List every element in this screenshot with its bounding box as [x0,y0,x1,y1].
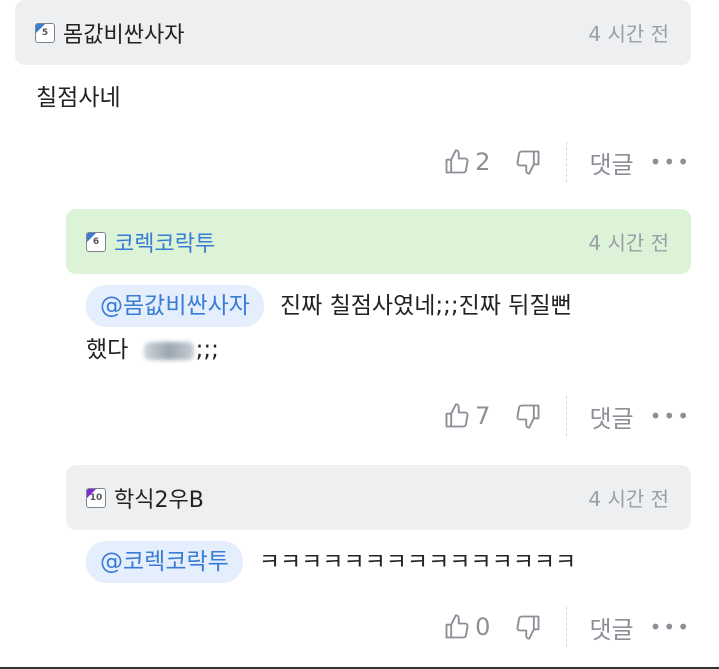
comment-actions: 7 댓글 ••• [443,396,691,436]
author-nickname[interactable]: 몸값비싼사자 [63,17,184,49]
comment-time: 4 시간 전 [588,487,669,511]
comment-header: 10 학식2우B 4 시간 전 [66,465,691,530]
like-button[interactable]: 2 [443,148,490,176]
comment-text-line: 진짜 칠점사였네;;;진짜 뒤질뻔 [279,293,572,319]
blurred-content [143,341,194,360]
comment-header: 6 코렉코락투 4 시간 전 [66,209,691,274]
level-badge-icon: 10 [86,487,106,508]
author-nickname[interactable]: 학식2우B [114,482,204,514]
divider [566,142,568,182]
divider [566,607,568,647]
comment-header: 5 몸값비싼사자 4 시간 전 [15,0,691,65]
reply-button[interactable]: 댓글 [589,610,633,645]
dislike-button[interactable] [514,402,542,430]
thumbs-up-icon [445,149,469,174]
mention-tag[interactable]: @몸값비싼사자 [86,285,264,327]
more-icon[interactable]: ••• [650,404,691,428]
comment-text: 칠점사네 [36,85,121,111]
comment-text-line: 했다 [86,337,136,363]
comment-text: @몸값비싼사자 진짜 칠점사였네;;;진짜 뒤질뻔 했다 ;;; [86,284,686,372]
level-badge-icon: 6 [86,231,106,252]
dislike-button[interactable] [514,148,542,176]
comment-time: 4 시간 전 [588,231,669,255]
more-icon[interactable]: ••• [650,615,691,639]
more-icon[interactable]: ••• [650,150,691,174]
mention-tag[interactable]: @코렉코락투 [86,541,243,583]
author-nickname[interactable]: 코렉코락투 [114,226,215,258]
reply-button[interactable]: 댓글 [589,399,633,434]
thumbs-up-icon [445,403,469,428]
divider [566,396,568,436]
like-button[interactable]: 0 [443,613,490,641]
level-badge-icon: 5 [35,22,55,43]
thumbs-down-icon [517,404,540,429]
comment-actions: 2 댓글 ••• [443,142,691,182]
dislike-button[interactable] [514,613,542,641]
thumbs-down-icon [517,615,540,640]
like-button[interactable]: 7 [443,402,490,430]
reply-button[interactable]: 댓글 [589,145,633,180]
thumbs-up-icon [445,614,469,639]
comment-time: 4 시간 전 [588,22,669,46]
comment-text: @코렉코락투 ㅋㅋㅋㅋㅋㅋㅋㅋㅋㅋㅋㅋㅋㅋㅋ [86,540,686,584]
thumbs-down-icon [517,150,540,175]
like-count: 0 [475,613,491,641]
comment-text-line: ㅋㅋㅋㅋㅋㅋㅋㅋㅋㅋㅋㅋㅋㅋㅋ [258,549,577,575]
comment-text-line: ;;; [195,337,219,363]
like-count: 7 [475,402,491,430]
like-count: 2 [475,148,491,176]
comment-actions: 0 댓글 ••• [443,607,691,647]
